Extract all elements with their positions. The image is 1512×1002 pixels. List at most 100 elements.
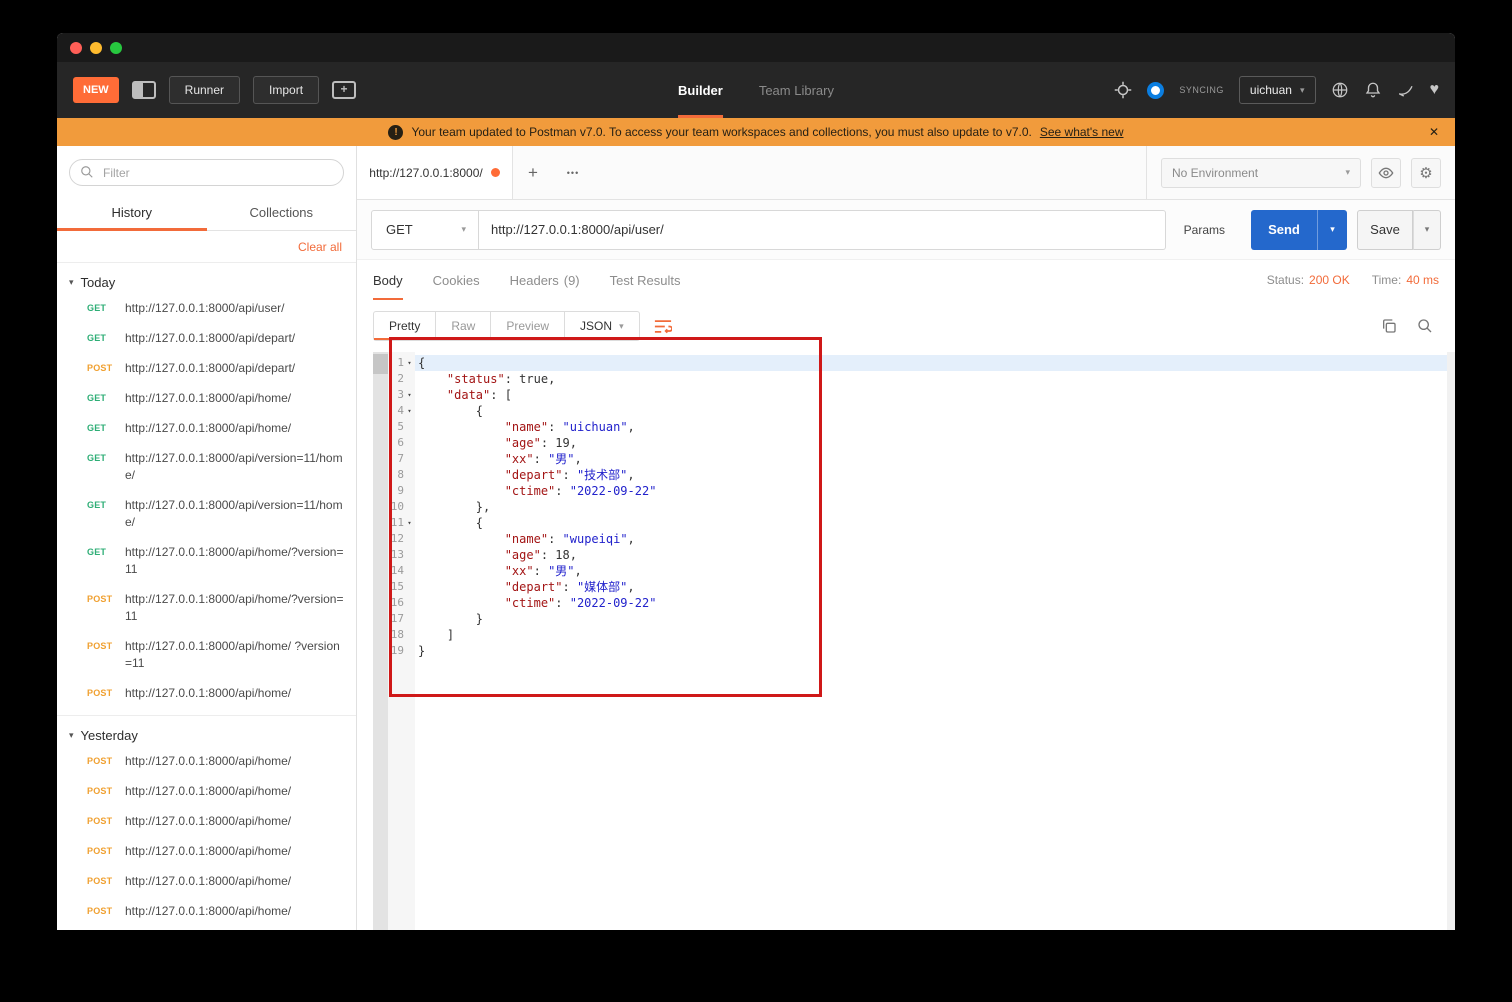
sync-status-icon[interactable] [1147,81,1165,99]
history-item[interactable]: POST http://127.0.0.1:8000/api/home/ [57,813,356,830]
tab-body[interactable]: Body [373,260,403,300]
history-item[interactable]: POST http://127.0.0.1:8000/api/home/?ver… [57,591,356,625]
chevron-down-icon: ▾ [1345,167,1350,177]
line-number: 18 [390,628,404,641]
history-item[interactable]: POST http://127.0.0.1:8000/api/home/ [57,783,356,800]
code-token: }, [418,500,491,514]
history-item[interactable]: GET http://127.0.0.1:8000/api/version=11… [57,450,356,484]
satellite-icon[interactable] [1397,81,1415,99]
see-whats-new-link[interactable]: See what's new [1040,125,1124,139]
history-url: http://127.0.0.1:8000/api/version=11/hom… [125,498,343,529]
request-tab[interactable]: http://127.0.0.1:8000/ [357,146,513,199]
history-section-header[interactable]: ▾ Today [57,272,356,300]
fold-arrow-icon[interactable]: ▾ [404,515,415,531]
new-tab-button[interactable]: + [513,146,553,199]
section-label: Yesterday [80,728,138,743]
capture-requests-icon[interactable] [1114,81,1132,99]
clear-all-link[interactable]: Clear all [298,240,342,254]
history-item[interactable]: POST http://127.0.0.1:8000/api/home/ [57,903,356,920]
history-section-header[interactable]: ▾ Yesterday [57,725,356,753]
method-select[interactable]: GET ▾ [371,209,479,250]
line-number: 2 [397,372,404,385]
url-input[interactable]: http://127.0.0.1:8000/api/user/ [479,209,1166,250]
tab-headers[interactable]: Headers (9) [510,260,580,300]
line-number: 11 [390,516,404,529]
history-item[interactable]: POST http://127.0.0.1:8000/api/home/ [57,753,356,770]
minimize-window-button[interactable] [90,41,102,54]
notifications-bell-icon[interactable] [1364,81,1382,99]
history-item[interactable]: POST http://127.0.0.1:8000/api/home/ [57,873,356,890]
history-url: http://127.0.0.1:8000/api/home/ [125,391,292,405]
history-item[interactable]: POST http://127.0.0.1:8000/api/home/ [57,843,356,860]
save-options-button[interactable]: ▾ [1413,209,1441,250]
tab-team-library[interactable]: Team Library [759,62,834,118]
tab-cookies[interactable]: Cookies [433,260,480,300]
sidebar-toggle-icon[interactable] [131,81,156,99]
view-preview-button[interactable]: Preview [491,311,566,341]
new-button[interactable]: NEW [73,77,119,103]
banner-close-icon[interactable]: ✕ [1429,125,1439,139]
params-button[interactable]: Params [1166,210,1243,250]
close-window-button[interactable] [70,41,82,54]
code-line: 2 ▾ "status": true, [357,371,1447,387]
history-item[interactable]: GET http://127.0.0.1:8000/api/depart/ [57,330,356,347]
search-icon [80,165,94,179]
tab-builder[interactable]: Builder [678,62,723,118]
method-badge: GET [87,500,107,510]
history-url: http://127.0.0.1:8000/api/home/ [125,421,292,435]
send-button[interactable]: Send [1251,209,1317,250]
heart-icon[interactable]: ♥ [1430,81,1440,99]
history-item[interactable]: GET http://127.0.0.1:8000/api/user/ [57,300,356,317]
tab-collections[interactable]: Collections [207,195,357,230]
tab-test-results[interactable]: Test Results [610,260,681,300]
code-line: 6 ▾ "age": 19, [357,435,1447,451]
runner-button[interactable]: Runner [168,76,241,104]
zoom-window-button[interactable] [110,41,122,54]
word-wrap-icon[interactable] [654,319,672,334]
tab-overflow-button[interactable]: ••• [553,146,593,199]
user-menu-button[interactable]: uichuan ▾ [1238,76,1316,104]
view-pretty-button[interactable]: Pretty [373,311,437,341]
interceptor-icon[interactable] [1331,81,1349,99]
eye-icon [1378,167,1394,178]
fold-arrow-icon[interactable]: ▾ [404,387,415,403]
history-item[interactable]: GET http://127.0.0.1:8000/api/home/ [57,390,356,407]
history-item[interactable]: GET http://127.0.0.1:8000/api/home/?vers… [57,544,356,578]
environment-quicklook-button[interactable] [1371,157,1401,188]
code-token: 18 [555,548,570,562]
history-url: http://127.0.0.1:8000/api/home/ [125,754,292,768]
code-line: 7 ▾ "xx": "男", [357,451,1447,467]
fold-arrow-icon[interactable]: ▾ [404,403,415,419]
save-button[interactable]: Save [1357,209,1413,250]
code-token: : [548,532,563,546]
code-token: "ctime" [504,596,556,610]
copy-response-icon[interactable] [1381,318,1397,334]
environment-settings-button[interactable]: ⚙ [1411,157,1441,188]
history-item[interactable]: POST http://127.0.0.1:8000/api/depart/ [57,360,356,377]
new-window-icon[interactable]: + [332,81,357,99]
tab-history[interactable]: History [57,195,207,231]
history-item[interactable]: GET http://127.0.0.1:8000/api/home/ [57,420,356,437]
fold-arrow-icon[interactable]: ▾ [404,355,415,371]
import-button[interactable]: Import [253,76,320,104]
search-response-icon[interactable] [1417,318,1433,334]
tab-builder-label: Builder [678,82,723,98]
send-options-button[interactable]: ▾ [1317,209,1347,250]
history-item[interactable]: GET http://127.0.0.1:8000/api/version=11… [57,497,356,531]
line-number: 15 [390,580,404,593]
view-raw-button[interactable]: Raw [436,311,492,341]
line-number: 10 [390,500,404,513]
request-tabs-row: http://127.0.0.1:8000/ + ••• No Environm… [357,146,1455,200]
code-token: "name" [504,420,549,434]
filter-input[interactable] [69,159,344,186]
format-select[interactable]: JSON ▾ [565,311,640,341]
code-line: 8 ▾ "depart": "技术部", [357,467,1447,483]
code-token: , [627,420,635,434]
scrollbar-track[interactable] [1447,352,1455,930]
history-item[interactable]: POST http://127.0.0.1:8000/api/home/ [57,685,356,702]
history-item[interactable]: POST http://127.0.0.1:8000/api/home/ ?ve… [57,638,356,672]
environment-select[interactable]: No Environment ▾ [1161,157,1361,188]
